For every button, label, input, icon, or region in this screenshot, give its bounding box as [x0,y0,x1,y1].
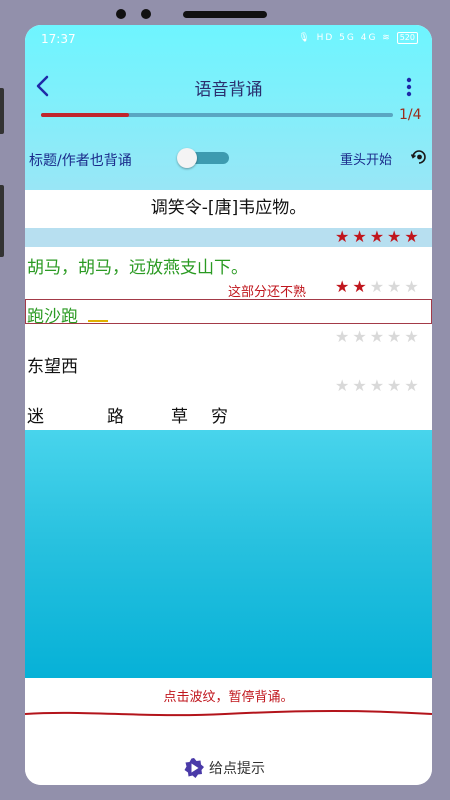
line4-char: 穷 [211,407,228,427]
pause-hint: 点击波纹，暂停背诵。 [163,690,294,705]
star-icon: ★ [369,376,385,395]
input-caret [88,320,108,322]
star-icon: ★ [352,277,367,296]
progress-text: 1/4 [399,107,422,123]
battery-icon: 520 [396,32,418,44]
star-icon: ★ [387,327,402,346]
star-icon: ★ [387,277,402,296]
progress-fill [41,113,129,117]
star-icon: ★ [335,227,350,246]
star-icon: ★ [387,376,402,395]
restart-button[interactable]: 重头开始 [340,149,392,168]
line3-rating: ★ ★ ★ ★ ★ [335,377,419,395]
hint-button-label: 给点提示 [209,761,265,777]
status-time: 17:37 [41,32,76,46]
progress-bar [41,113,393,117]
side-button [0,185,4,257]
line4-char: 路 [107,407,124,427]
poem-line-1: 胡马，胡马，远放燕支山下。 [27,258,248,278]
camera-notch [0,8,450,20]
star-icon: ★ [352,376,367,395]
star-icon: ★ [335,277,350,296]
line2-rating: ★ ★ ★ ★ ★ [335,328,419,346]
status-bar: 17:37 🎙 HD 5G 4G ≋ 520 [25,25,432,53]
poem-title: 调笑令-[唐]韦应物。 [150,198,307,218]
side-button [0,88,4,134]
page-title: 语音背诵 [194,80,263,100]
play-hint-icon [184,758,204,778]
eye-refresh-icon[interactable] [411,149,427,165]
star-icon: ★ [369,227,385,246]
app-screen: 17:37 🎙 HD 5G 4G ≋ 520 语音背诵 1/4 标题/作者也背诵… [25,25,432,785]
star-icon: ★ [387,227,402,246]
line4-char: 迷 [27,407,44,427]
recitation-input[interactable]: 跑沙跑 [25,299,432,327]
title-author-toggle[interactable] [177,148,229,168]
status-icons: 🎙 HD 5G 4G ≋ 520 [298,32,418,44]
unfamiliar-hint: 这部分还不熟 [228,285,307,300]
star-icon: ★ [369,327,385,346]
star-icon: ★ [352,327,367,346]
star-icon: ★ [404,277,419,296]
voice-wave-area[interactable] [25,430,432,678]
recitation-input-value: 跑沙跑 [27,307,78,327]
star-icon: ★ [369,277,385,296]
toggle-knob [177,148,197,168]
star-icon: ★ [335,327,350,346]
toggle-label: 标题/作者也背诵 [29,153,132,169]
more-vertical-icon[interactable] [401,77,417,97]
line4-char: 草 [171,407,188,427]
hint-button[interactable]: 给点提示 [183,757,265,779]
line1-rating: ★ ★ ★ ★ ★ [335,278,419,296]
star-icon: ★ [352,227,367,246]
title-rating: ★ ★ ★ ★ ★ [335,228,419,246]
star-icon: ★ [335,376,350,395]
red-wave-line [25,710,432,717]
star-icon: ★ [404,376,419,395]
star-icon: ★ [404,327,419,346]
star-icon: ★ [404,227,419,246]
poem-line-3: 东望西 [27,357,78,377]
